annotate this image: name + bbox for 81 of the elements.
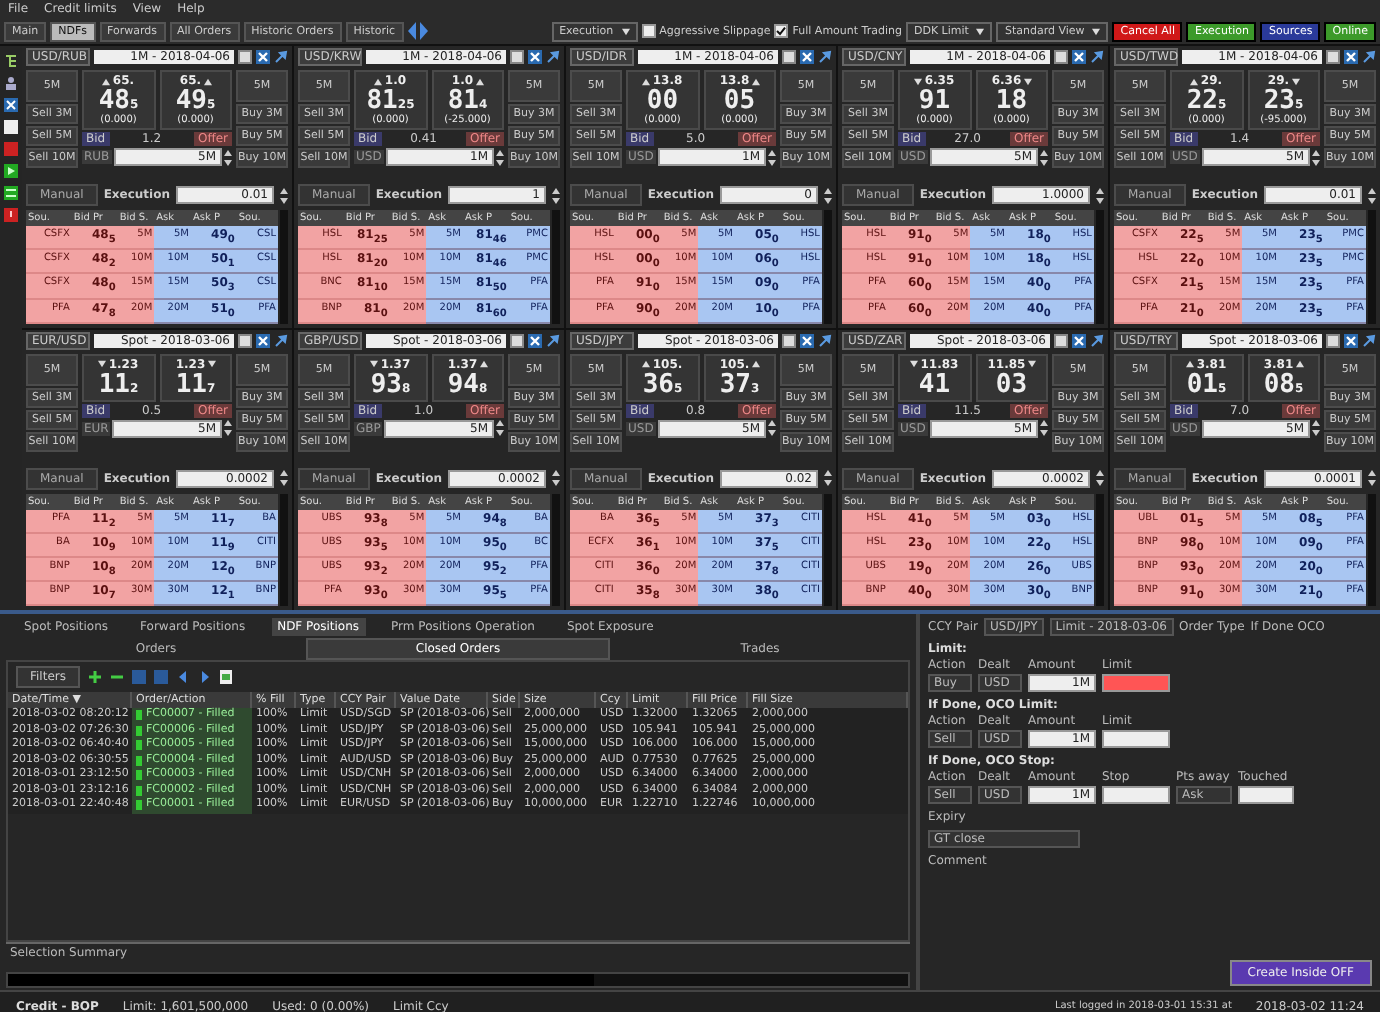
spinner-icon[interactable]: [224, 420, 232, 436]
scrollbar[interactable]: [824, 210, 832, 324]
add-icon[interactable]: [88, 670, 102, 684]
checkbox-icon[interactable]: [510, 50, 524, 64]
pin-icon[interactable]: [818, 333, 832, 347]
spinner-icon[interactable]: [552, 187, 560, 203]
close-icon[interactable]: [1344, 333, 1358, 347]
checkbox-icon[interactable]: [782, 333, 796, 347]
scrollbar[interactable]: [1368, 210, 1376, 324]
spinner-icon[interactable]: [280, 470, 288, 486]
back-icon[interactable]: [176, 670, 190, 684]
pin-icon[interactable]: [1090, 50, 1104, 64]
pin-icon[interactable]: [1362, 333, 1376, 347]
grid-icon[interactable]: [4, 186, 18, 200]
pin-icon[interactable]: [274, 333, 288, 347]
spinner-icon[interactable]: [824, 187, 832, 203]
scrollbar[interactable]: [552, 493, 560, 607]
scrollbar[interactable]: [280, 210, 288, 324]
price-pips: 03: [995, 371, 1028, 397]
price-field[interactable]: [1102, 730, 1170, 748]
spinner-icon[interactable]: [1312, 149, 1320, 165]
spinner-icon[interactable]: [1312, 420, 1320, 436]
scrollbar[interactable]: [1368, 493, 1376, 607]
check-icon: [776, 26, 787, 36]
remove-icon[interactable]: [110, 670, 124, 684]
close-icon[interactable]: [1072, 333, 1086, 347]
checkbox-icon[interactable]: [510, 333, 524, 347]
price-pips: 41: [918, 371, 951, 397]
close-icon[interactable]: [256, 333, 270, 347]
spinner-icon[interactable]: [768, 420, 776, 436]
price-pips: 00: [646, 88, 679, 114]
price-pips: 91: [918, 88, 951, 114]
close-icon[interactable]: [528, 333, 542, 347]
caret-icon: [621, 27, 630, 35]
checkbox-icon[interactable]: [1326, 333, 1340, 347]
spinner-icon[interactable]: [552, 470, 560, 486]
spinner-icon[interactable]: [1368, 470, 1376, 486]
pin-icon[interactable]: [274, 50, 288, 64]
spinner-icon[interactable]: [496, 149, 504, 165]
close-icon[interactable]: [800, 333, 814, 347]
scrollbar[interactable]: [280, 493, 288, 607]
tree-icon[interactable]: [4, 54, 18, 68]
scrollbar[interactable]: [1096, 210, 1104, 324]
spinner-icon[interactable]: [1096, 187, 1104, 203]
spinner-icon[interactable]: [824, 470, 832, 486]
checkbox-icon[interactable]: [238, 333, 252, 347]
touched-field[interactable]: [1238, 786, 1294, 804]
spinner-icon[interactable]: [768, 149, 776, 165]
caret-icon: [1092, 27, 1101, 35]
spinner-icon[interactable]: [1040, 420, 1048, 436]
warning-icon[interactable]: [4, 208, 18, 222]
checkbox-icon[interactable]: [1326, 50, 1340, 64]
pin-icon[interactable]: [1362, 50, 1376, 64]
checkbox-icon[interactable]: [238, 50, 252, 64]
spinner-icon[interactable]: [1096, 470, 1104, 486]
spinner-icon[interactable]: [280, 187, 288, 203]
pin-icon[interactable]: [818, 50, 832, 64]
scrollbar[interactable]: [824, 493, 832, 607]
forward-icon[interactable]: [198, 670, 212, 684]
price-field[interactable]: [1102, 786, 1170, 804]
pin-icon[interactable]: [546, 333, 560, 347]
scrollbar[interactable]: [6, 972, 910, 988]
price-field[interactable]: [1102, 674, 1170, 692]
price-pips: 18: [995, 88, 1028, 114]
price-pips: 05: [723, 88, 756, 114]
checkbox-icon[interactable]: [782, 50, 796, 64]
spinner-icon[interactable]: [496, 420, 504, 436]
play-icon[interactable]: [4, 164, 18, 178]
pin-icon[interactable]: [546, 50, 560, 64]
caret-icon: [976, 27, 985, 35]
pin-icon[interactable]: [1090, 333, 1104, 347]
checkbox-icon[interactable]: [1054, 50, 1068, 64]
spinner-icon[interactable]: [1368, 187, 1376, 203]
document-icon[interactable]: [220, 670, 234, 684]
checkbox-icon[interactable]: [1054, 333, 1068, 347]
scrollbar[interactable]: [1096, 493, 1104, 607]
user-icon[interactable]: [4, 76, 18, 90]
scrollbar[interactable]: [552, 210, 560, 324]
scroll-arrows-icon[interactable]: [407, 22, 428, 40]
spinner-icon[interactable]: [1040, 149, 1048, 165]
spinner-icon[interactable]: [224, 149, 232, 165]
